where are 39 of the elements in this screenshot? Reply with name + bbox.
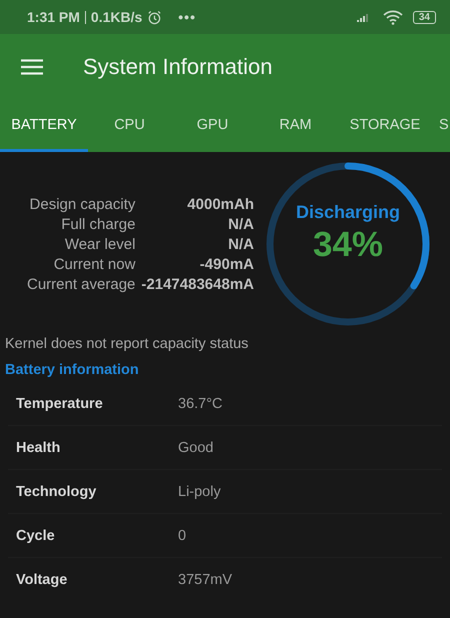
summary-value: 4000mAh [186,196,254,212]
summary-label: Design capacity [28,196,136,212]
tab[interactable]: CPU [88,100,171,152]
summary-label: Wear level [64,236,136,252]
tab[interactable]: S [433,100,450,152]
info-value: 36.7°C [178,396,222,412]
menu-icon[interactable] [21,59,43,75]
app-title: System Information [83,54,273,80]
info-label: Cycle [15,528,56,544]
signal-icon [356,12,371,22]
info-value: Li-poly [178,484,221,500]
info-value: 3757mV [178,572,232,588]
capacity-note: Kernel does not report capacity status [4,335,250,352]
summary-label: Full charge [60,216,136,232]
info-label: Health [15,440,62,456]
info-label: Voltage [15,572,68,588]
section-title: Battery information [4,361,140,378]
summary-value: -490mA [198,256,254,272]
status-time: 1:31 PM [27,9,80,25]
summary-value: N/A [227,236,254,252]
info-value: Good [178,440,214,456]
battery-indicator: 34 [412,10,436,24]
tab[interactable]: RAM [254,100,337,152]
wifi-icon [382,10,403,24]
summary-label: Current average [27,276,136,292]
info-label: Temperature [15,396,104,412]
tab[interactable]: BATTERY [0,100,88,152]
tab[interactable]: GPU [171,100,254,152]
charge-percent: 34% [312,224,384,264]
summary-value: -2147483648mA [141,276,254,292]
alarm-icon [147,10,162,24]
info-value: 0 [178,528,186,544]
more-notifications: ••• [178,9,196,25]
summary-label: Current now [52,256,136,272]
tab[interactable]: STORAGE [337,100,433,152]
summary-value: N/A [227,216,254,232]
info-label: Technology [15,484,98,500]
network-speed: 0.1KB/s [90,9,142,25]
charge-status: Discharging [296,202,400,222]
